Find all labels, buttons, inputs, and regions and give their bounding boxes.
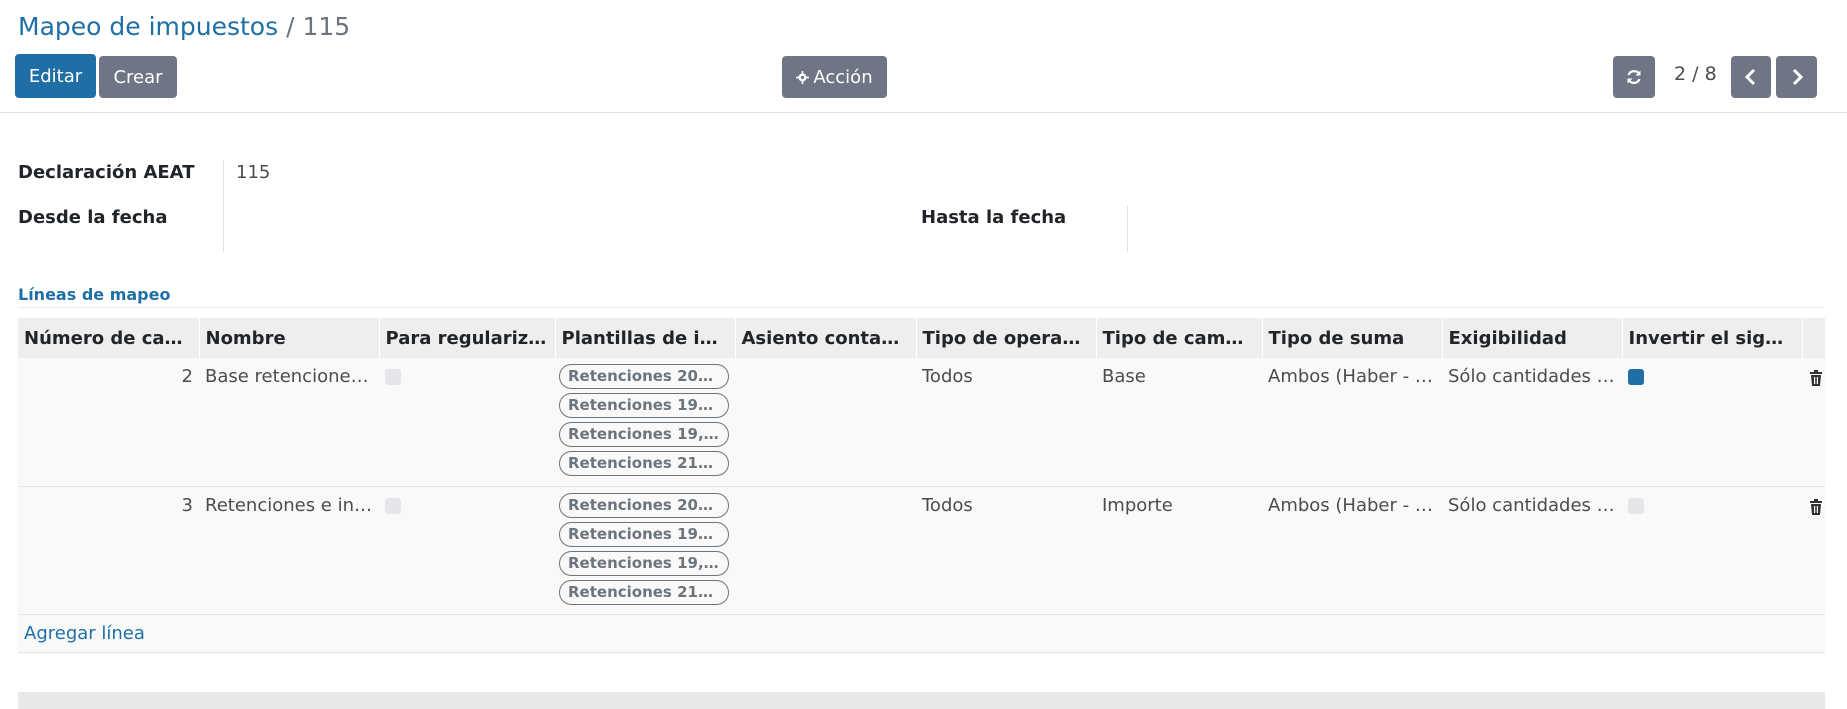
column-header[interactable]: Tipo de campo… [1096,318,1263,358]
refresh-icon [1627,70,1641,84]
desde-fecha-field[interactable] [236,205,896,235]
column-header[interactable]: Exigibilidad [1442,318,1623,358]
declaracion-value[interactable]: 115 [236,162,270,183]
table-header-row: Número de cam… Nombre Para regularizar P… [18,318,1826,358]
breadcrumb-parent-link[interactable]: Mapeo de impuestos [18,12,278,41]
table-row[interactable]: 3 Retenciones e ing… Retenciones 20… Ret… [18,486,1825,615]
table-row[interactable]: 2 Base retenciones … Retenciones 20… Ret… [18,358,1825,487]
desde-fecha-label: Desde la fecha [18,207,168,228]
edit-button-label: Editar [28,65,83,87]
column-header-delete [1802,318,1826,358]
add-line-row: Agregar línea [18,614,1825,653]
field-divider [1127,205,1128,252]
template-tag[interactable]: Retenciones 21%… [559,579,729,605]
cell-delete[interactable] [1802,358,1825,487]
template-tag[interactable]: Retenciones 19%… [559,521,729,547]
cell-sum-type[interactable]: Ambos (Haber - … [1262,358,1442,487]
mapping-lines-tab[interactable]: Líneas de mapeo [18,285,170,304]
trash-icon[interactable] [1809,370,1823,386]
cell-invert-sign[interactable] [1622,358,1802,487]
cell-name[interactable]: Retenciones e ing… [199,486,379,615]
cell-name[interactable]: Base retenciones … [199,358,379,487]
control-panel: Mapeo de impuestos / 115 Editar Crear Ac… [0,0,1847,113]
cell-operation-type[interactable]: Todos [916,358,1096,487]
cell-templates[interactable]: Retenciones 20… Retenciones 19%… Retenci… [555,486,735,615]
cell-templates[interactable]: Retenciones 20… Retenciones 19%… Retenci… [555,358,735,487]
add-line-link[interactable]: Agregar línea [24,623,145,644]
cell-sum-type[interactable]: Ambos (Haber - … [1262,486,1442,615]
create-button-label: Crear [113,66,163,88]
pager-next-button[interactable] [1776,56,1817,98]
cell-number[interactable]: 3 [18,486,199,615]
regularize-checkbox[interactable] [385,497,401,514]
cell-exigibility[interactable]: Sólo cantidades … [1442,486,1622,615]
declaracion-label: Declaración AEAT [18,162,195,183]
pager-previous-button[interactable] [1731,56,1771,98]
cell-number[interactable]: 2 [18,358,199,487]
template-tag[interactable]: Retenciones 20… [559,364,729,389]
template-tag[interactable]: Retenciones 20… [559,492,729,518]
cell-regularize[interactable] [379,486,555,615]
field-divider [223,160,224,252]
cell-exigibility[interactable]: Sólo cantidades … [1442,358,1622,487]
cell-invert-sign[interactable] [1622,486,1802,615]
column-header[interactable]: Tipo de suma [1262,318,1443,358]
invert-sign-checkbox[interactable] [1628,369,1644,385]
column-header[interactable]: Para regularizar [379,318,556,358]
cell-delete[interactable] [1802,486,1825,615]
hasta-fecha-field[interactable] [1140,205,1800,235]
create-button[interactable]: Crear [99,56,177,98]
hasta-fecha-label: Hasta la fecha [921,207,1067,228]
section-divider [18,307,1825,308]
column-header[interactable]: Número de cam… [18,318,200,358]
cell-move[interactable] [735,358,916,487]
add-line-cell: Agregar línea [18,614,1825,653]
template-tag[interactable]: Retenciones 21%… [559,451,729,476]
template-tag[interactable]: Retenciones 19,5… [559,550,729,576]
cell-move[interactable] [735,486,916,615]
reload-button[interactable] [1613,56,1655,98]
horizontal-scrollbar[interactable] [18,692,1825,709]
column-header[interactable]: Plantillas de imp… [555,318,736,358]
breadcrumb: Mapeo de impuestos / 115 [18,10,350,44]
column-header[interactable]: Tipo de operació… [916,318,1097,358]
invert-sign-checkbox[interactable] [1628,497,1644,514]
regularize-checkbox[interactable] [385,369,401,385]
pager-value[interactable]: 2 / 8 [1674,63,1717,85]
cell-field-type[interactable]: Base [1096,358,1262,487]
column-header[interactable]: Nombre [199,318,380,358]
template-tag[interactable]: Retenciones 19,5… [559,422,729,447]
cell-operation-type[interactable]: Todos [916,486,1096,615]
chevron-left-icon [1744,68,1756,86]
action-button[interactable]: Acción [782,56,887,98]
column-header[interactable]: Invertir el signo d… [1622,318,1803,358]
template-tag[interactable]: Retenciones 19%… [559,393,729,418]
chevron-right-icon [1792,68,1803,86]
edit-button[interactable]: Editar [15,54,96,98]
gear-icon [796,70,810,84]
cell-field-type[interactable]: Importe [1096,486,1262,615]
trash-icon[interactable] [1809,498,1823,515]
breadcrumb-separator: / [286,12,295,41]
breadcrumb-current: 115 [302,12,351,41]
action-button-label: Acción [813,66,873,88]
column-header[interactable]: Asiento contable… [735,318,917,358]
cell-regularize[interactable] [379,358,555,487]
mapping-lines-table: Número de cam… Nombre Para regularizar P… [18,318,1826,653]
